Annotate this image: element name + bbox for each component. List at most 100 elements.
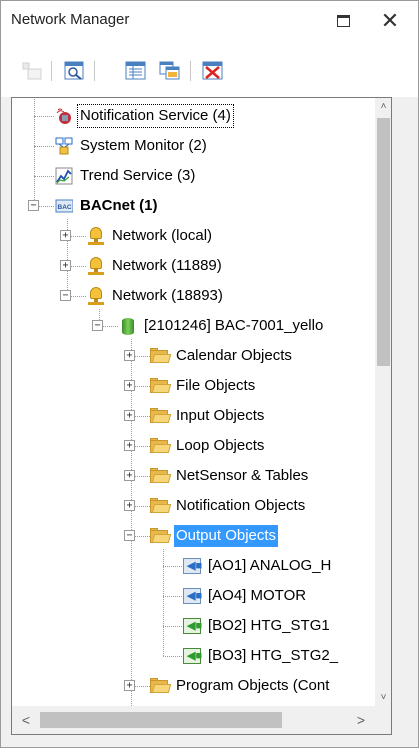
tree-node[interactable]: Network (11889) xyxy=(86,251,224,281)
tree-connector xyxy=(163,566,182,567)
tree-node[interactable]: Calendar Objects xyxy=(150,341,294,371)
tree-node[interactable]: ◀■ [BO2] HTG_STG1 xyxy=(182,611,332,641)
horizontal-scroll-thumb[interactable] xyxy=(40,712,282,728)
tree-node[interactable]: File Objects xyxy=(150,371,257,401)
svg-text:BAC: BAC xyxy=(58,204,72,211)
network-icon xyxy=(86,226,106,246)
tree-node-label: System Monitor (2) xyxy=(80,137,207,154)
tree-node-label: Trend Service (3) xyxy=(80,167,196,184)
tree-node-label: Network (11889) xyxy=(112,257,222,274)
tree-connector xyxy=(163,656,182,657)
folder-icon xyxy=(150,436,172,456)
find-icon xyxy=(64,61,84,80)
tree-connector xyxy=(163,596,182,597)
expand-icon[interactable]: + xyxy=(124,470,135,481)
tree-node-label: Network (18893) xyxy=(112,287,223,304)
copy-icon xyxy=(159,61,180,80)
tree-node-label: [AO1] ANALOG_H xyxy=(208,557,332,574)
expand-icon[interactable]: + xyxy=(60,230,71,241)
tree-connector xyxy=(34,176,54,177)
delete-button[interactable] xyxy=(200,59,226,83)
tree-node[interactable]: [2101246] BAC-7001_yello xyxy=(118,311,325,341)
tree-node[interactable]: Notification Service (4) xyxy=(54,101,234,131)
analog-output-icon: ◀■ xyxy=(182,556,202,576)
tree-connector xyxy=(163,626,182,627)
scroll-down-button[interactable]: ˅ xyxy=(375,689,391,706)
tree-node-label: Loop Objects xyxy=(176,437,265,454)
tree-node-label: BACnet (1) xyxy=(80,197,158,214)
tree-node-label: Output Objects xyxy=(174,525,279,547)
title-bar: Network Manager ✕ xyxy=(1,1,418,45)
tree-node-label: File Objects xyxy=(176,377,256,394)
collapse-icon[interactable]: − xyxy=(124,530,135,541)
tree-node-label: Program Objects (Cont xyxy=(176,677,330,694)
tree-node[interactable]: Trend Service (3) xyxy=(54,161,197,191)
toolbar-separator xyxy=(94,61,95,81)
horizontal-scrollbar[interactable]: < > xyxy=(12,706,375,734)
tree-node[interactable]: Loop Objects xyxy=(150,431,266,461)
analog-output-icon: ◀■ xyxy=(182,586,202,606)
notification-service-icon xyxy=(54,106,74,126)
tree-node[interactable]: Input Objects xyxy=(150,401,266,431)
tree-node[interactable]: ◀■ [AO4] MOTOR xyxy=(182,581,308,611)
copy-button[interactable] xyxy=(157,59,183,83)
system-monitor-icon xyxy=(54,136,74,156)
tree-node-label: Input Objects xyxy=(176,407,265,424)
tree-node[interactable]: Network (18893) xyxy=(86,281,225,311)
trend-service-icon xyxy=(54,166,74,186)
expand-icon[interactable]: + xyxy=(60,260,71,271)
tree-node[interactable]: Network (local) xyxy=(86,221,214,251)
tree-node[interactable]: ◀■ [BO3] HTG_STG2_ xyxy=(182,641,340,671)
tree-node[interactable]: Notification Objects xyxy=(150,491,307,521)
toolbar-separator xyxy=(190,61,191,81)
expand-icon[interactable]: + xyxy=(124,500,135,511)
tree-node-label: [2101246] BAC-7001_yello xyxy=(144,317,324,334)
tree-connector xyxy=(34,146,54,147)
folder-icon xyxy=(150,346,172,366)
vertical-scrollbar[interactable]: ˄ ˅ xyxy=(375,98,391,706)
scroll-up-button[interactable]: ˄ xyxy=(375,98,391,115)
tree-node[interactable]: Program Objects (Cont xyxy=(150,671,331,701)
delete-icon xyxy=(202,61,223,80)
add-object-button[interactable] xyxy=(19,59,45,83)
folder-icon xyxy=(150,496,172,516)
close-button[interactable]: ✕ xyxy=(375,7,405,35)
network-tree[interactable]: Notification Service (4) System Monitor (… xyxy=(11,97,392,735)
tree-node[interactable]: System Monitor (2) xyxy=(54,131,209,161)
add-icon xyxy=(22,62,42,80)
tree-node-label: [BO3] HTG_STG2_ xyxy=(208,647,339,664)
tree-node-label: Notification Service (4) xyxy=(77,104,234,128)
collapse-icon[interactable]: − xyxy=(28,200,39,211)
find-button[interactable] xyxy=(62,59,88,83)
toolbar-separator xyxy=(51,61,52,81)
maximize-icon xyxy=(336,15,350,27)
folder-icon xyxy=(150,676,172,696)
vertical-scroll-thumb[interactable] xyxy=(377,118,390,366)
tree-node-label: Notification Objects xyxy=(176,497,306,514)
collapse-icon[interactable]: − xyxy=(92,320,103,331)
maximize-button[interactable] xyxy=(328,7,358,35)
network-icon xyxy=(86,256,106,276)
expand-icon[interactable]: + xyxy=(124,680,135,691)
expand-icon[interactable]: + xyxy=(124,410,135,421)
properties-button[interactable] xyxy=(123,59,149,83)
expand-icon[interactable]: + xyxy=(124,440,135,451)
expand-icon[interactable]: + xyxy=(124,380,135,391)
expand-icon[interactable]: + xyxy=(124,350,135,361)
tree-node-label: NetSensor & Tables xyxy=(176,467,309,484)
scroll-left-button[interactable]: < xyxy=(16,706,36,734)
folder-icon xyxy=(150,376,172,396)
scrollbar-corner xyxy=(375,706,391,734)
network-icon xyxy=(86,286,106,306)
tree-node[interactable]: Output Objects xyxy=(150,521,279,551)
scroll-right-button[interactable]: > xyxy=(351,706,371,734)
tree-node-label: Network (local) xyxy=(112,227,213,244)
close-icon: ✕ xyxy=(380,8,400,33)
tree-node[interactable]: BAC BACnet (1) xyxy=(54,191,160,221)
device-icon xyxy=(118,316,138,336)
tree-node[interactable]: NetSensor & Tables xyxy=(150,461,310,491)
tree-connector xyxy=(131,339,132,706)
toolbar xyxy=(1,45,418,97)
tree-node[interactable]: ◀■ [AO1] ANALOG_H xyxy=(182,551,333,581)
collapse-icon[interactable]: − xyxy=(60,290,71,301)
